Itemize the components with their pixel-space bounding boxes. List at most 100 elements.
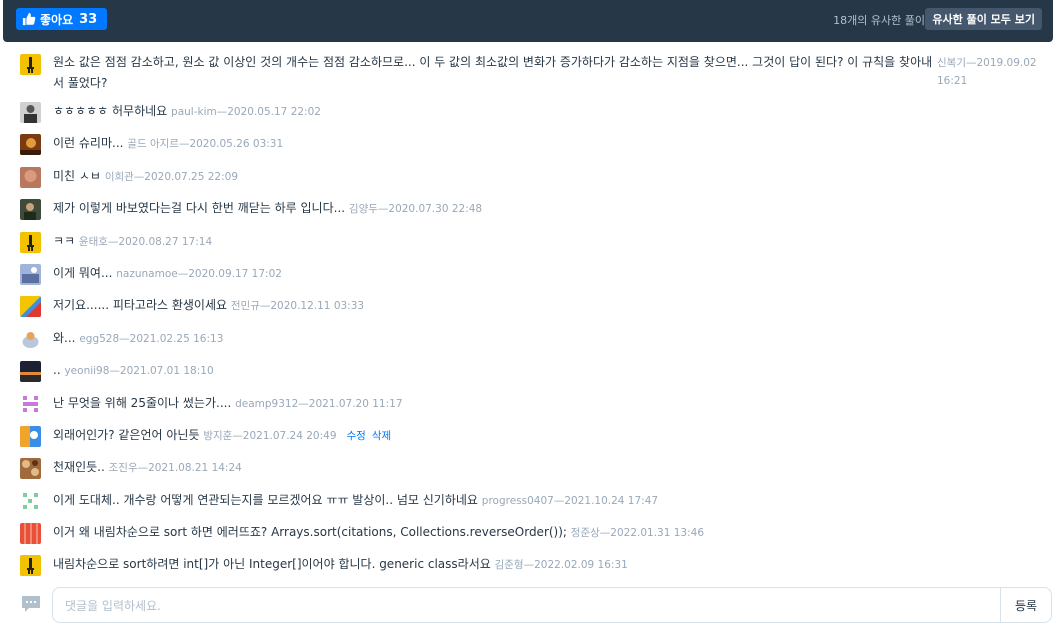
comment-item: ㅎㅎㅎㅎㅎ 허무하네요 paul-kim—2020.05.17 22:02 <box>0 100 1055 132</box>
comment-input[interactable]: 댓글을 입력하세요. <box>52 587 1000 623</box>
comment-text: 이거 왜 내림차순으로 sort 하면 에러뜨죠? Arrays.sort(ci… <box>53 525 567 540</box>
comment-author[interactable]: 골드 아지르 <box>127 138 179 150</box>
comment-text: 미친 ㅅㅂ <box>53 168 101 183</box>
comment-text: 와... <box>53 330 76 345</box>
comment-meta: nazunamoe—2020.09.17 17:02 <box>116 267 282 280</box>
avatar <box>20 231 41 253</box>
avatar <box>20 523 41 545</box>
comment-meta: 김준형—2022.02.09 16:31 <box>494 559 628 572</box>
avatar <box>20 166 41 188</box>
comment-date: 2021.07.20 11:17 <box>308 397 403 410</box>
avatar <box>20 199 41 221</box>
comment-text: .. <box>53 363 61 378</box>
avatar <box>20 296 41 318</box>
view-similar-solutions-button[interactable]: 유사한 풀이 모두 보기 <box>925 8 1042 30</box>
comment-text: 이런 슈리마... <box>53 136 124 151</box>
comment-author[interactable]: progress0407 <box>482 495 554 507</box>
comment-date: 2020.12.11 03:33 <box>270 300 365 313</box>
comment-author[interactable]: yeonii98 <box>64 365 109 377</box>
comment-text: 외래어인가? 같은언어 아닌듯 <box>53 427 200 442</box>
comment-date: 2021.07.24 20:49 <box>242 429 337 442</box>
like-label: 좋아요 <box>40 12 74 27</box>
thumbs-up-icon <box>22 12 36 26</box>
comment-date: 2021.08.21 14:24 <box>148 462 242 475</box>
comment-item: 이거 왜 내림차순으로 sort 하면 에러뜨죠? Arrays.sort(ci… <box>0 521 1055 553</box>
avatar <box>20 361 41 383</box>
comment-author[interactable]: 신복기 <box>937 57 966 69</box>
avatar <box>20 134 41 156</box>
avatar <box>20 555 41 577</box>
comment-text: 내림차순으로 sort하려면 int[]가 아닌 Integer[]이어야 합니… <box>53 557 491 572</box>
comment-meta: progress0407—2021.10.24 17:47 <box>481 494 659 507</box>
comment-date: 2020.07.25 22:09 <box>144 170 239 183</box>
comment-date: 2022.02.09 16:31 <box>534 559 628 572</box>
comment-author[interactable]: 김양두 <box>349 203 378 215</box>
avatar <box>20 458 41 480</box>
comment-author[interactable]: nazunamoe <box>116 268 177 280</box>
comment-text: 이게 뭐여... <box>53 265 113 280</box>
comment-date: 2021.10.24 17:47 <box>564 494 659 507</box>
comment-author[interactable]: deamp9312 <box>235 398 298 410</box>
comment-text: 이게 도대체.. 개수랑 어떻게 연관되는지를 모르겠어요 ㅠㅠ 발상이.. 넘… <box>53 492 478 507</box>
avatar <box>20 54 41 75</box>
comment-item: ㅋㅋ 윤태호—2020.08.27 17:14 <box>0 230 1055 262</box>
comment-item: 와... egg528—2021.02.25 16:13 <box>0 327 1055 359</box>
comment-author[interactable]: 윤태호 <box>79 236 108 248</box>
comment-author[interactable]: 정준상 <box>571 527 600 539</box>
avatar <box>20 328 41 350</box>
comment-item: 이런 슈리마... 골드 아지르—2020.05.26 03:31 <box>0 132 1055 164</box>
comment-text: 원소 값은 점점 감소하고, 원소 값 이상인 것의 개수는 점점 감소하므로.… <box>53 55 933 90</box>
comment-author[interactable]: egg528 <box>79 333 119 345</box>
comment-meta: egg528—2021.02.25 16:13 <box>79 332 224 345</box>
delete-comment-link[interactable]: 삭제 <box>372 430 391 442</box>
comment-item: 제가 이렇게 바보였다는걸 다시 한번 깨닫는 하루 입니다... 김양두—20… <box>0 197 1055 229</box>
comment-text: 천재인듯.. <box>53 460 105 475</box>
comment-meta: 정준상—2022.01.31 13:46 <box>570 527 704 540</box>
comment-item: .. yeonii98—2021.07.01 18:10 <box>0 359 1055 391</box>
comment-actions: 수정 삭제 <box>341 430 392 442</box>
comment-date: 2020.05.17 22:02 <box>227 106 321 118</box>
submit-comment-button[interactable]: 등록 <box>1000 587 1052 623</box>
comment-author[interactable]: 김준형 <box>495 559 524 571</box>
comment-author[interactable]: 전민규 <box>231 300 260 312</box>
comment-author[interactable]: 이희관 <box>105 171 134 183</box>
comment-input-row: 댓글을 입력하세요. 등록 <box>0 587 1055 625</box>
edit-comment-link[interactable]: 수정 <box>347 430 366 442</box>
comment-meta: 방지훈—2021.07.24 20:49 <box>203 429 337 442</box>
comment-meta: 신복기—2019.09.02 16:21 <box>937 57 1037 87</box>
comment-meta: yeonii98—2021.07.01 18:10 <box>64 365 214 378</box>
comment-meta: 전민규—2020.12.11 03:33 <box>230 300 365 313</box>
comment-item: 원소 값은 점점 감소하고, 원소 값 이상인 것의 개수는 점점 감소하므로.… <box>0 52 1055 100</box>
comment-date: 2020.09.17 17:02 <box>188 267 282 280</box>
comment-item: 이게 뭐여... nazunamoe—2020.09.17 17:02 <box>0 262 1055 294</box>
comment-item: 난 무엇을 위해 25줄이나 썼는가.... deamp9312—2021.07… <box>0 392 1055 424</box>
comment-author[interactable]: paul-kim <box>171 106 217 118</box>
comment-author[interactable]: 조진우 <box>109 462 138 474</box>
avatar <box>20 490 41 512</box>
comment-meta: paul-kim—2020.05.17 22:02 <box>171 106 321 118</box>
comment-date: 2022.01.31 13:46 <box>610 527 704 540</box>
comment-date: 2020.08.27 17:14 <box>118 235 213 248</box>
avatar <box>20 393 41 415</box>
comment-item: 저기요...... 피타고라스 환생이세요 전민규—2020.12.11 03:… <box>0 294 1055 326</box>
similar-solutions-count: 18개의 유사한 풀이 <box>833 14 925 27</box>
avatar <box>20 263 41 285</box>
comment-item: 이게 도대체.. 개수랑 어떻게 연관되는지를 모르겠어요 ㅠㅠ 발상이.. 넘… <box>0 489 1055 521</box>
like-button[interactable]: 좋아요 33 <box>16 8 108 30</box>
comment-meta: 이희관—2020.07.25 22:09 <box>104 170 239 183</box>
comment-meta: 골드 아지르—2020.05.26 03:31 <box>127 138 284 151</box>
comment-meta: deamp9312—2021.07.20 11:17 <box>235 397 403 410</box>
comment-meta: 김양두—2020.07.30 22:48 <box>348 203 483 216</box>
comment-date: 2021.02.25 16:13 <box>129 332 224 345</box>
like-count: 33 <box>79 11 98 27</box>
comment-date: 2021.07.01 18:10 <box>119 365 214 378</box>
comment-text: 제가 이렇게 바보였다는걸 다시 한번 깨닫는 하루 입니다... <box>53 201 346 216</box>
avatar <box>20 102 41 123</box>
comment-date: 2020.05.26 03:31 <box>189 138 284 151</box>
comment-list: 원소 값은 점점 감소하고, 원소 값 이상인 것의 개수는 점점 감소하므로.… <box>0 52 1055 586</box>
comment-item: 천재인듯.. 조진우—2021.08.21 14:24 <box>0 456 1055 488</box>
solution-header-bar: 좋아요 33 18개의 유사한 풀이 유사한 풀이 모두 보기 <box>3 0 1053 42</box>
avatar <box>20 425 41 447</box>
comment-item: 내림차순으로 sort하려면 int[]가 아닌 Integer[]이어야 합니… <box>0 553 1055 585</box>
comment-author[interactable]: 방지훈 <box>203 430 232 442</box>
